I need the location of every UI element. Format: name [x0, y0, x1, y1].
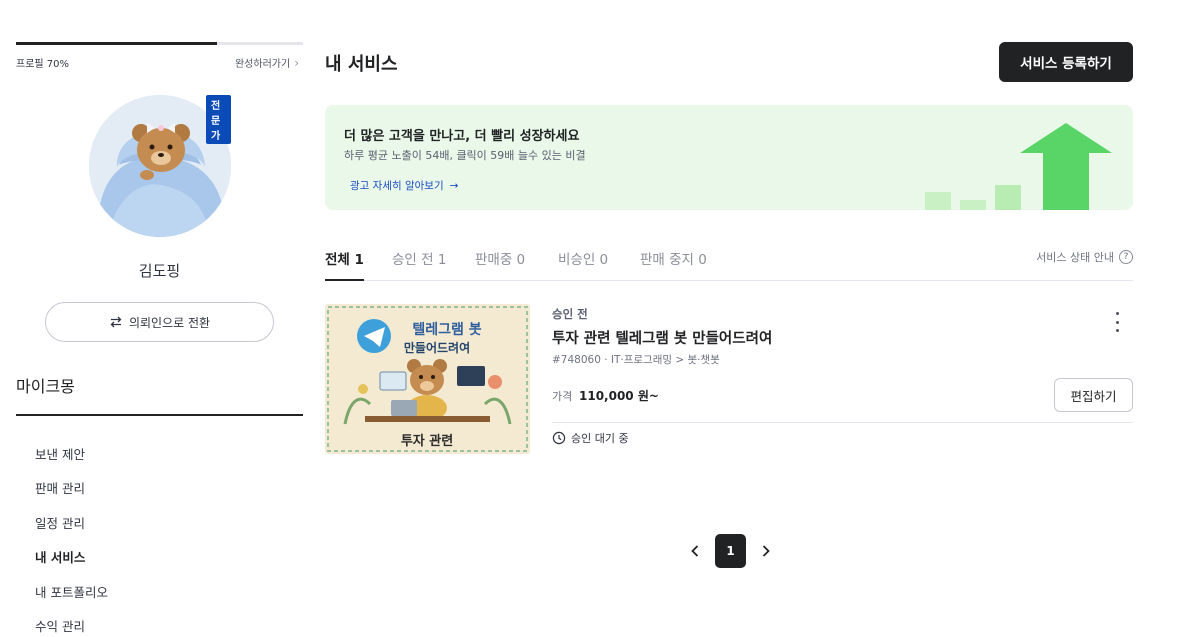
price-value: 110,000 원~	[579, 389, 659, 403]
service-status-label: 승인 전	[552, 307, 588, 321]
sidebar-item-revenue-management[interactable]: 수익 관리	[35, 616, 108, 637]
tab-sale-stopped[interactable]: 판매 중지 0	[640, 248, 707, 281]
kebab-dot	[1115, 329, 1119, 332]
profile-progress-bar	[16, 42, 303, 45]
pending-label: 승인 대기 중	[571, 432, 629, 445]
clock-icon	[552, 431, 566, 445]
service-status-tabs: 전체 1 승인 전 1 판매중 0 비승인 0 판매 중지 0 서비스 상태 안…	[325, 239, 1133, 281]
promo-learn-more-link[interactable]: 광고 자세히 알아보기 →	[350, 178, 458, 193]
switch-to-client-button[interactable]: 의뢰인으로 전환	[45, 302, 274, 342]
help-question-icon: ?	[1119, 250, 1133, 264]
tab-on-sale[interactable]: 판매중 0	[475, 248, 525, 281]
sidebar-item-my-services[interactable]: 내 서비스	[35, 547, 108, 581]
ad-promo-banner: 더 많은 고객을 만나고, 더 빨리 성장하세요 하루 평균 노출이 54배, …	[325, 105, 1133, 210]
sidebar: 프로필 70% 완성하러가기 › 전문가 김도핑 의뢰인으로 전환 마이크몽 보…	[16, 0, 303, 637]
switch-arrows-icon	[110, 316, 122, 328]
page-number-current[interactable]: 1	[715, 534, 746, 568]
service-thumbnail[interactable]: 텔레그램 봇 만들어드려여 투자 관련	[325, 304, 530, 454]
next-page-button[interactable]	[756, 534, 776, 568]
profile-avatar-wrap: 전문가	[89, 95, 231, 237]
main-content: 내 서비스 서비스 등록하기 더 많은 고객을 만나고, 더 빨리 성장하세요 …	[325, 0, 1133, 637]
tab-pending-approval[interactable]: 승인 전 1	[392, 248, 446, 281]
edit-service-button[interactable]: 편집하기	[1054, 378, 1133, 412]
arrow-right-icon: →	[449, 179, 459, 192]
pagination: 1	[685, 534, 776, 568]
sidebar-item-my-portfolio[interactable]: 내 포트폴리오	[35, 582, 108, 616]
thumb-caption: 투자 관련	[401, 433, 453, 449]
promo-subtitle: 하루 평균 노출이 54배, 클릭이 59배 늘수 있는 비결	[344, 149, 586, 162]
sidebar-menu: 보낸 제안 판매 관리 일정 관리 내 서비스 내 포트폴리오 수익 관리	[35, 444, 108, 637]
tab-rejected[interactable]: 비승인 0	[558, 248, 608, 281]
thumb-title-line1: 텔레그램 봇	[412, 321, 481, 338]
service-meta: #748060 · IT·프로그래밍 > 봇·챗봇	[552, 354, 720, 366]
sidebar-item-sent-offers[interactable]: 보낸 제안	[35, 444, 108, 478]
register-service-button[interactable]: 서비스 등록하기	[999, 42, 1133, 82]
more-options-icon[interactable]	[1113, 312, 1121, 332]
status-guide-label: 서비스 상태 안내	[1036, 251, 1114, 264]
switch-button-label: 의뢰인으로 전환	[128, 315, 211, 330]
page-title: 내 서비스	[325, 54, 398, 75]
chevron-right-icon: ›	[294, 55, 299, 70]
service-status-guide-link[interactable]: 서비스 상태 안내 ?	[1036, 249, 1133, 265]
growth-arrow-illustration	[925, 123, 1112, 210]
profile-progress-fill	[16, 42, 217, 45]
chevron-right-icon	[762, 545, 770, 557]
sidebar-section-title: 마이크몽	[16, 377, 75, 396]
promo-link-label: 광고 자세히 알아보기	[350, 180, 444, 192]
thumb-title-line2: 만들어드려여	[404, 340, 470, 355]
approval-pending-status: 승인 대기 중	[552, 430, 629, 446]
user-name: 김도핑	[138, 262, 181, 280]
kebab-dot	[1115, 312, 1119, 315]
service-title[interactable]: 투자 관련 텔레그램 봇 만들어드려여	[552, 327, 772, 348]
promo-title: 더 많은 고객을 만나고, 더 빨리 성장하세요	[344, 129, 580, 144]
profile-progress-label: 프로필 70%	[16, 59, 70, 70]
sidebar-divider	[16, 414, 303, 416]
expert-badge: 전문가	[206, 95, 231, 144]
prev-page-button[interactable]	[685, 534, 705, 568]
kebab-dot	[1115, 320, 1119, 324]
service-thumbnail-image: 텔레그램 봇 만들어드려여 투자 관련	[325, 304, 530, 454]
complete-profile-link[interactable]: 완성하러가기 ›	[234, 55, 299, 71]
complete-profile-label: 완성하러가기	[234, 59, 291, 70]
card-divider	[552, 422, 1133, 423]
price-label: 가격	[552, 390, 573, 403]
chevron-left-icon	[691, 545, 699, 557]
sidebar-item-schedule-management[interactable]: 일정 관리	[35, 513, 108, 547]
sidebar-item-sales-management[interactable]: 판매 관리	[35, 478, 108, 512]
tab-all[interactable]: 전체 1	[325, 248, 364, 281]
